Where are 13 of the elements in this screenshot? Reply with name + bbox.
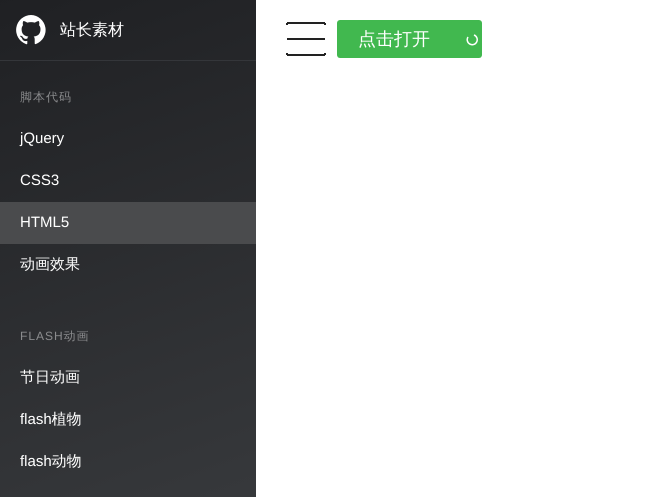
- menu-item[interactable]: 节日动画: [0, 357, 256, 399]
- brand-name: 站长素材: [60, 20, 124, 40]
- menu-item[interactable]: HTML5: [0, 202, 256, 244]
- menu-item[interactable]: flash动物: [0, 441, 256, 483]
- menu-item[interactable]: 动画效果: [0, 244, 256, 286]
- menu-item[interactable]: jQuery: [0, 118, 256, 160]
- menu-item[interactable]: CSS3: [0, 160, 256, 202]
- menu-icon[interactable]: [286, 22, 326, 56]
- section-heading: FLASH动画: [19, 328, 91, 345]
- github-logo-icon: [15, 14, 47, 46]
- menu-item[interactable]: flash植物: [0, 399, 256, 441]
- refresh-icon: [466, 32, 478, 46]
- section-heading: 脚本代码: [19, 89, 73, 106]
